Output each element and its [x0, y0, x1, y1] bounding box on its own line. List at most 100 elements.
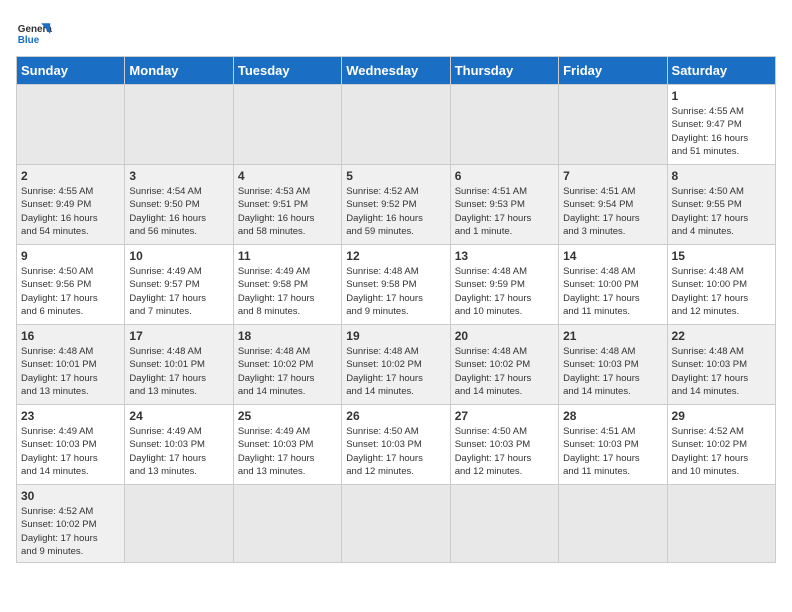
calendar-cell: 10 Sunrise: 4:49 AM Sunset: 9:57 PM Dayli…: [125, 245, 233, 325]
day-info: Sunrise: 4:50 AM Sunset: 10:03 PM Daylig…: [455, 425, 554, 478]
header-tuesday: Tuesday: [233, 57, 341, 85]
day-number: 10: [129, 249, 228, 263]
calendar-cell: 6 Sunrise: 4:51 AM Sunset: 9:53 PM Daylig…: [450, 165, 558, 245]
logo-icon: General Blue: [16, 16, 52, 52]
day-number: 17: [129, 329, 228, 343]
day-number: 24: [129, 409, 228, 423]
day-number: 15: [672, 249, 771, 263]
day-info: Sunrise: 4:48 AM Sunset: 10:01 PM Daylig…: [21, 345, 120, 398]
day-info: Sunrise: 4:48 AM Sunset: 10:02 PM Daylig…: [238, 345, 337, 398]
calendar-cell: 12Sunrise: 4:48 AM Sunset: 9:58 PM Dayli…: [342, 245, 450, 325]
logo: General Blue: [16, 16, 52, 52]
calendar-cell: [233, 485, 341, 563]
day-info: Sunrise: 4:55 AM Sunset: 9:49 PM Dayligh…: [21, 185, 120, 238]
calendar-header: SundayMondayTuesdayWednesdayThursdayFrid…: [17, 57, 776, 85]
calendar-cell: 17 Sunrise: 4:48 AM Sunset: 10:01 PM Dayl…: [125, 325, 233, 405]
calendar-cell: 24 Sunrise: 4:49 AM Sunset: 10:03 PM Dayl…: [125, 405, 233, 485]
day-info: Sunrise: 4:51 AM Sunset: 9:53 PM Dayligh…: [455, 185, 554, 238]
calendar-cell: 28 Sunrise: 4:51 AM Sunset: 10:03 PM Dayl…: [559, 405, 667, 485]
calendar-cell: [342, 485, 450, 563]
day-info: Sunrise: 4:50 AM Sunset: 10:03 PM Daylig…: [346, 425, 445, 478]
calendar-cell: [233, 85, 341, 165]
day-number: 23: [21, 409, 120, 423]
header-sunday: Sunday: [17, 57, 125, 85]
day-info: Sunrise: 4:55 AM Sunset: 9:47 PM Dayligh…: [672, 105, 771, 158]
day-number: 11: [238, 249, 337, 263]
day-info: Sunrise: 4:48 AM Sunset: 10:01 PM Daylig…: [129, 345, 228, 398]
day-info: Sunrise: 4:48 AM Sunset: 10:02 PM Daylig…: [455, 345, 554, 398]
calendar-cell: 23 Sunrise: 4:49 AM Sunset: 10:03 PM Dayl…: [17, 405, 125, 485]
day-number: 25: [238, 409, 337, 423]
day-number: 9: [21, 249, 120, 263]
day-info: Sunrise: 4:48 AM Sunset: 10:00 PM Daylig…: [563, 265, 662, 318]
day-info: Sunrise: 4:49 AM Sunset: 10:03 PM Daylig…: [238, 425, 337, 478]
header-wednesday: Wednesday: [342, 57, 450, 85]
calendar-table: SundayMondayTuesdayWednesdayThursdayFrid…: [16, 56, 776, 563]
calendar-cell: 26Sunrise: 4:50 AM Sunset: 10:03 PM Dayl…: [342, 405, 450, 485]
calendar-cell: [125, 85, 233, 165]
day-info: Sunrise: 4:53 AM Sunset: 9:51 PM Dayligh…: [238, 185, 337, 238]
day-info: Sunrise: 4:49 AM Sunset: 10:03 PM Daylig…: [129, 425, 228, 478]
calendar-cell: 4Sunrise: 4:53 AM Sunset: 9:51 PM Daylig…: [233, 165, 341, 245]
day-number: 20: [455, 329, 554, 343]
header: General Blue: [16, 16, 776, 52]
calendar-cell: 8Sunrise: 4:50 AM Sunset: 9:55 PM Daylig…: [667, 165, 775, 245]
day-number: 7: [563, 169, 662, 183]
day-number: 13: [455, 249, 554, 263]
calendar-cell: 16 Sunrise: 4:48 AM Sunset: 10:01 PM Dayl…: [17, 325, 125, 405]
day-info: Sunrise: 4:52 AM Sunset: 10:02 PM Daylig…: [21, 505, 120, 558]
day-info: Sunrise: 4:48 AM Sunset: 10:03 PM Daylig…: [563, 345, 662, 398]
week-row-3: 16 Sunrise: 4:48 AM Sunset: 10:01 PM Dayl…: [17, 325, 776, 405]
day-number: 22: [672, 329, 771, 343]
header-row: SundayMondayTuesdayWednesdayThursdayFrid…: [17, 57, 776, 85]
day-info: Sunrise: 4:49 AM Sunset: 9:58 PM Dayligh…: [238, 265, 337, 318]
week-row-1: 2 Sunrise: 4:55 AM Sunset: 9:49 PM Daylig…: [17, 165, 776, 245]
day-number: 2: [21, 169, 120, 183]
day-number: 28: [563, 409, 662, 423]
calendar-cell: 22 Sunrise: 4:48 AM Sunset: 10:03 PM Dayl…: [667, 325, 775, 405]
day-number: 14: [563, 249, 662, 263]
day-number: 3: [129, 169, 228, 183]
calendar-cell: 15 Sunrise: 4:48 AM Sunset: 10:00 PM Dayl…: [667, 245, 775, 325]
calendar-cell: [450, 485, 558, 563]
calendar-body: 1Sunrise: 4:55 AM Sunset: 9:47 PM Daylig…: [17, 85, 776, 563]
calendar-cell: 5Sunrise: 4:52 AM Sunset: 9:52 PM Daylig…: [342, 165, 450, 245]
day-info: Sunrise: 4:51 AM Sunset: 9:54 PM Dayligh…: [563, 185, 662, 238]
calendar-cell: 30Sunrise: 4:52 AM Sunset: 10:02 PM Dayl…: [17, 485, 125, 563]
day-info: Sunrise: 4:49 AM Sunset: 9:57 PM Dayligh…: [129, 265, 228, 318]
calendar-cell: 14 Sunrise: 4:48 AM Sunset: 10:00 PM Dayl…: [559, 245, 667, 325]
week-row-2: 9 Sunrise: 4:50 AM Sunset: 9:56 PM Daylig…: [17, 245, 776, 325]
day-number: 8: [672, 169, 771, 183]
calendar-cell: 13 Sunrise: 4:48 AM Sunset: 9:59 PM Dayli…: [450, 245, 558, 325]
day-info: Sunrise: 4:48 AM Sunset: 10:03 PM Daylig…: [672, 345, 771, 398]
day-info: Sunrise: 4:51 AM Sunset: 10:03 PM Daylig…: [563, 425, 662, 478]
header-thursday: Thursday: [450, 57, 558, 85]
calendar-cell: 29Sunrise: 4:52 AM Sunset: 10:02 PM Dayl…: [667, 405, 775, 485]
day-info: Sunrise: 4:49 AM Sunset: 10:03 PM Daylig…: [21, 425, 120, 478]
day-info: Sunrise: 4:48 AM Sunset: 9:59 PM Dayligh…: [455, 265, 554, 318]
day-number: 21: [563, 329, 662, 343]
day-number: 5: [346, 169, 445, 183]
calendar-cell: 3 Sunrise: 4:54 AM Sunset: 9:50 PM Daylig…: [125, 165, 233, 245]
day-number: 6: [455, 169, 554, 183]
calendar-cell: [559, 485, 667, 563]
day-number: 12: [346, 249, 445, 263]
calendar-cell: 19 Sunrise: 4:48 AM Sunset: 10:02 PM Dayl…: [342, 325, 450, 405]
svg-text:Blue: Blue: [18, 35, 40, 46]
week-row-0: 1Sunrise: 4:55 AM Sunset: 9:47 PM Daylig…: [17, 85, 776, 165]
calendar-cell: [667, 485, 775, 563]
calendar-cell: 20 Sunrise: 4:48 AM Sunset: 10:02 PM Dayl…: [450, 325, 558, 405]
day-info: Sunrise: 4:48 AM Sunset: 10:02 PM Daylig…: [346, 345, 445, 398]
day-number: 27: [455, 409, 554, 423]
day-number: 16: [21, 329, 120, 343]
day-info: Sunrise: 4:48 AM Sunset: 10:00 PM Daylig…: [672, 265, 771, 318]
calendar-cell: [450, 85, 558, 165]
header-saturday: Saturday: [667, 57, 775, 85]
day-info: Sunrise: 4:50 AM Sunset: 9:56 PM Dayligh…: [21, 265, 120, 318]
calendar-cell: 7 Sunrise: 4:51 AM Sunset: 9:54 PM Daylig…: [559, 165, 667, 245]
day-number: 19: [346, 329, 445, 343]
calendar-cell: 21 Sunrise: 4:48 AM Sunset: 10:03 PM Dayl…: [559, 325, 667, 405]
day-info: Sunrise: 4:54 AM Sunset: 9:50 PM Dayligh…: [129, 185, 228, 238]
calendar-cell: 25 Sunrise: 4:49 AM Sunset: 10:03 PM Dayl…: [233, 405, 341, 485]
calendar-cell: [17, 85, 125, 165]
